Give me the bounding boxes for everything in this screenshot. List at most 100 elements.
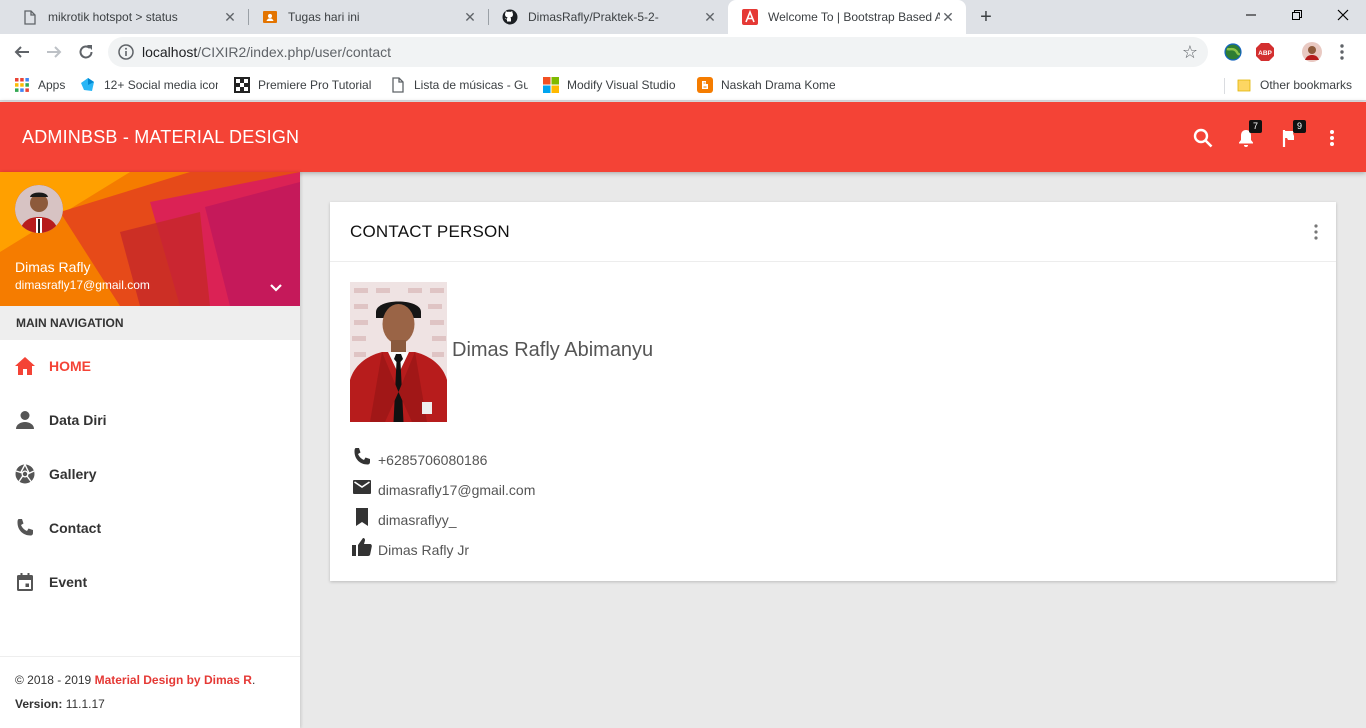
document-icon bbox=[392, 77, 404, 93]
bookmark-premiere[interactable]: Premiere Pro Tutorial bbox=[234, 76, 372, 94]
info-icon[interactable] bbox=[118, 44, 134, 65]
sidebar-item-label: Gallery bbox=[49, 466, 97, 482]
copyright-line: © 2018 - 2019 Material Design by Dimas R… bbox=[15, 673, 300, 687]
bookmark-other[interactable]: Other bookmarks bbox=[1236, 76, 1356, 94]
more-vert-icon[interactable] bbox=[1320, 126, 1344, 150]
social-icon bbox=[81, 78, 94, 91]
close-icon[interactable]: ✕ bbox=[702, 9, 718, 25]
version-label: Version: bbox=[15, 697, 66, 711]
adblock-icon[interactable]: ABP bbox=[1255, 42, 1275, 62]
apps-grid-icon bbox=[15, 78, 29, 92]
sidebar-item-label: HOME bbox=[49, 358, 91, 374]
contact-facebook: Dimas Rafly Jr bbox=[350, 533, 469, 559]
bookmark-apps[interactable]: Apps bbox=[14, 76, 74, 94]
close-icon[interactable]: ✕ bbox=[940, 9, 956, 25]
other-bookmarks-label: Other bookmarks bbox=[1260, 78, 1353, 92]
globe-extension-icon[interactable] bbox=[1223, 42, 1243, 62]
tab-title: DimasRafly/Praktek-5-2- bbox=[528, 10, 659, 24]
calendar-icon bbox=[14, 571, 36, 593]
notification-count-badge: 7 bbox=[1249, 120, 1262, 133]
reload-button[interactable] bbox=[74, 40, 98, 64]
profile-avatar[interactable] bbox=[1302, 42, 1322, 62]
bookmark-label: Modify Visual Studio bbox=[567, 78, 676, 92]
tab-title: Tugas hari ini bbox=[288, 10, 360, 24]
profile-photo bbox=[350, 282, 447, 422]
folder-icon bbox=[1237, 79, 1251, 92]
avatar[interactable] bbox=[15, 185, 63, 233]
page-title: CONTACT PERSON bbox=[350, 222, 510, 241]
menu-header: MAIN NAVIGATION bbox=[0, 306, 300, 340]
contact-email: dimasrafly17@gmail.com bbox=[350, 473, 535, 499]
bookmark-naskah-drama[interactable]: Naskah Drama Kome bbox=[697, 76, 835, 94]
browser-tab-tugas[interactable]: Tugas hari ini ✕ bbox=[248, 0, 488, 34]
brand-title[interactable]: ADMINBSB - MATERIAL DESIGN bbox=[22, 127, 299, 148]
microsoft-icon bbox=[543, 77, 559, 93]
thumb-up-icon bbox=[350, 535, 374, 559]
bookmark-social-icons[interactable]: 12+ Social media icon bbox=[80, 76, 218, 94]
person-icon bbox=[14, 409, 36, 431]
browser-tab-welcome[interactable]: Welcome To | Bootstrap Based Ad ✕ bbox=[728, 0, 966, 34]
sidebar-item-gallery[interactable]: Gallery bbox=[0, 447, 300, 501]
search-icon[interactable] bbox=[1191, 126, 1215, 150]
restore-button[interactable] bbox=[1274, 0, 1320, 30]
forward-button[interactable] bbox=[42, 40, 66, 64]
bookmark-lista-musicas[interactable]: Lista de músicas - Gu bbox=[390, 76, 528, 94]
bookmark-label: 12+ Social media icon bbox=[104, 78, 218, 92]
browser-tabstrip: mikrotik hotspot > status ✕ Tugas hari i… bbox=[0, 0, 1366, 34]
github-icon bbox=[502, 9, 518, 25]
classroom-icon bbox=[262, 9, 278, 25]
browser-tab-github[interactable]: DimasRafly/Praktek-5-2- ✕ bbox=[488, 0, 728, 34]
window-close-button[interactable] bbox=[1320, 0, 1366, 30]
browser-tab-mikrotik[interactable]: mikrotik hotspot > status ✕ bbox=[8, 0, 248, 34]
url-host: localhost bbox=[142, 44, 198, 60]
card-header: CONTACT PERSON bbox=[330, 202, 1336, 262]
bookmark-label: Apps bbox=[38, 78, 66, 92]
version-line: Version: 11.1.17 bbox=[15, 697, 300, 711]
user-info-panel: Dimas Rafly dimasrafly17@gmail.com bbox=[0, 172, 300, 306]
bookmarks-bar: Apps 12+ Social media icon Premiere Pro … bbox=[0, 70, 1366, 101]
address-bar[interactable]: localhost/CIXIR2/index.php/user/contact … bbox=[108, 37, 1208, 67]
notifications-button[interactable]: 7 bbox=[1234, 120, 1262, 150]
tasks-button[interactable]: 9 bbox=[1278, 120, 1306, 150]
more-vert-icon[interactable] bbox=[1312, 222, 1320, 242]
sidebar-item-home[interactable]: HOME bbox=[0, 339, 300, 393]
sidebar-item-contact[interactable]: Contact bbox=[0, 501, 300, 555]
bookmark-label: Naskah Drama Kome bbox=[721, 78, 835, 92]
contact-email-text: dimasrafly17@gmail.com bbox=[378, 482, 536, 498]
email-icon bbox=[350, 475, 374, 499]
sidebar-item-event[interactable]: Event bbox=[0, 555, 300, 609]
task-count-badge: 9 bbox=[1293, 120, 1306, 133]
contact-facebook-text: Dimas Rafly Jr bbox=[378, 542, 470, 558]
home-icon bbox=[14, 355, 36, 377]
contact-instagram-text: dimasraflyy_ bbox=[378, 512, 457, 528]
copyright-link[interactable]: Material Design by Dimas R bbox=[95, 673, 252, 687]
app-header: ADMINBSB - MATERIAL DESIGN 7 9 bbox=[0, 102, 1366, 172]
browser-toolbar: localhost/CIXIR2/index.php/user/contact … bbox=[0, 34, 1366, 70]
blogger-icon bbox=[697, 77, 713, 93]
document-icon bbox=[22, 9, 38, 25]
close-icon[interactable]: ✕ bbox=[222, 9, 238, 25]
contact-phone: +6285706080186 bbox=[350, 443, 487, 469]
bookmark-visual-studio[interactable]: Modify Visual Studio bbox=[543, 76, 681, 94]
tab-title: mikrotik hotspot > status bbox=[48, 10, 178, 24]
sidebar-item-data-diri[interactable]: Data Diri bbox=[0, 393, 300, 447]
user-name: Dimas Rafly bbox=[15, 259, 91, 275]
tab-title: Welcome To | Bootstrap Based Ad bbox=[768, 10, 940, 24]
back-button[interactable] bbox=[10, 40, 34, 64]
bookmark-label: Premiere Pro Tutorial bbox=[258, 78, 372, 92]
camera-iris-icon bbox=[14, 463, 36, 485]
bookmark-divider bbox=[1224, 78, 1225, 94]
version-number: 11.1.17 bbox=[65, 697, 105, 711]
bookmark-star-icon[interactable]: ☆ bbox=[1182, 42, 1198, 63]
sidebar-item-label: Data Diri bbox=[49, 412, 107, 428]
svg-text:ABP: ABP bbox=[1258, 50, 1272, 57]
contact-instagram: dimasraflyy_ bbox=[350, 503, 457, 529]
chrome-menu-icon[interactable] bbox=[1332, 42, 1352, 62]
phone-icon bbox=[14, 517, 36, 539]
minimize-button[interactable] bbox=[1228, 0, 1274, 30]
bookmark-icon bbox=[350, 505, 374, 529]
new-tab-button[interactable]: + bbox=[976, 7, 996, 27]
url-path: /CIXIR2/index.php/user/contact bbox=[197, 44, 392, 60]
close-icon[interactable]: ✕ bbox=[462, 9, 478, 25]
chevron-down-icon[interactable] bbox=[266, 278, 286, 298]
